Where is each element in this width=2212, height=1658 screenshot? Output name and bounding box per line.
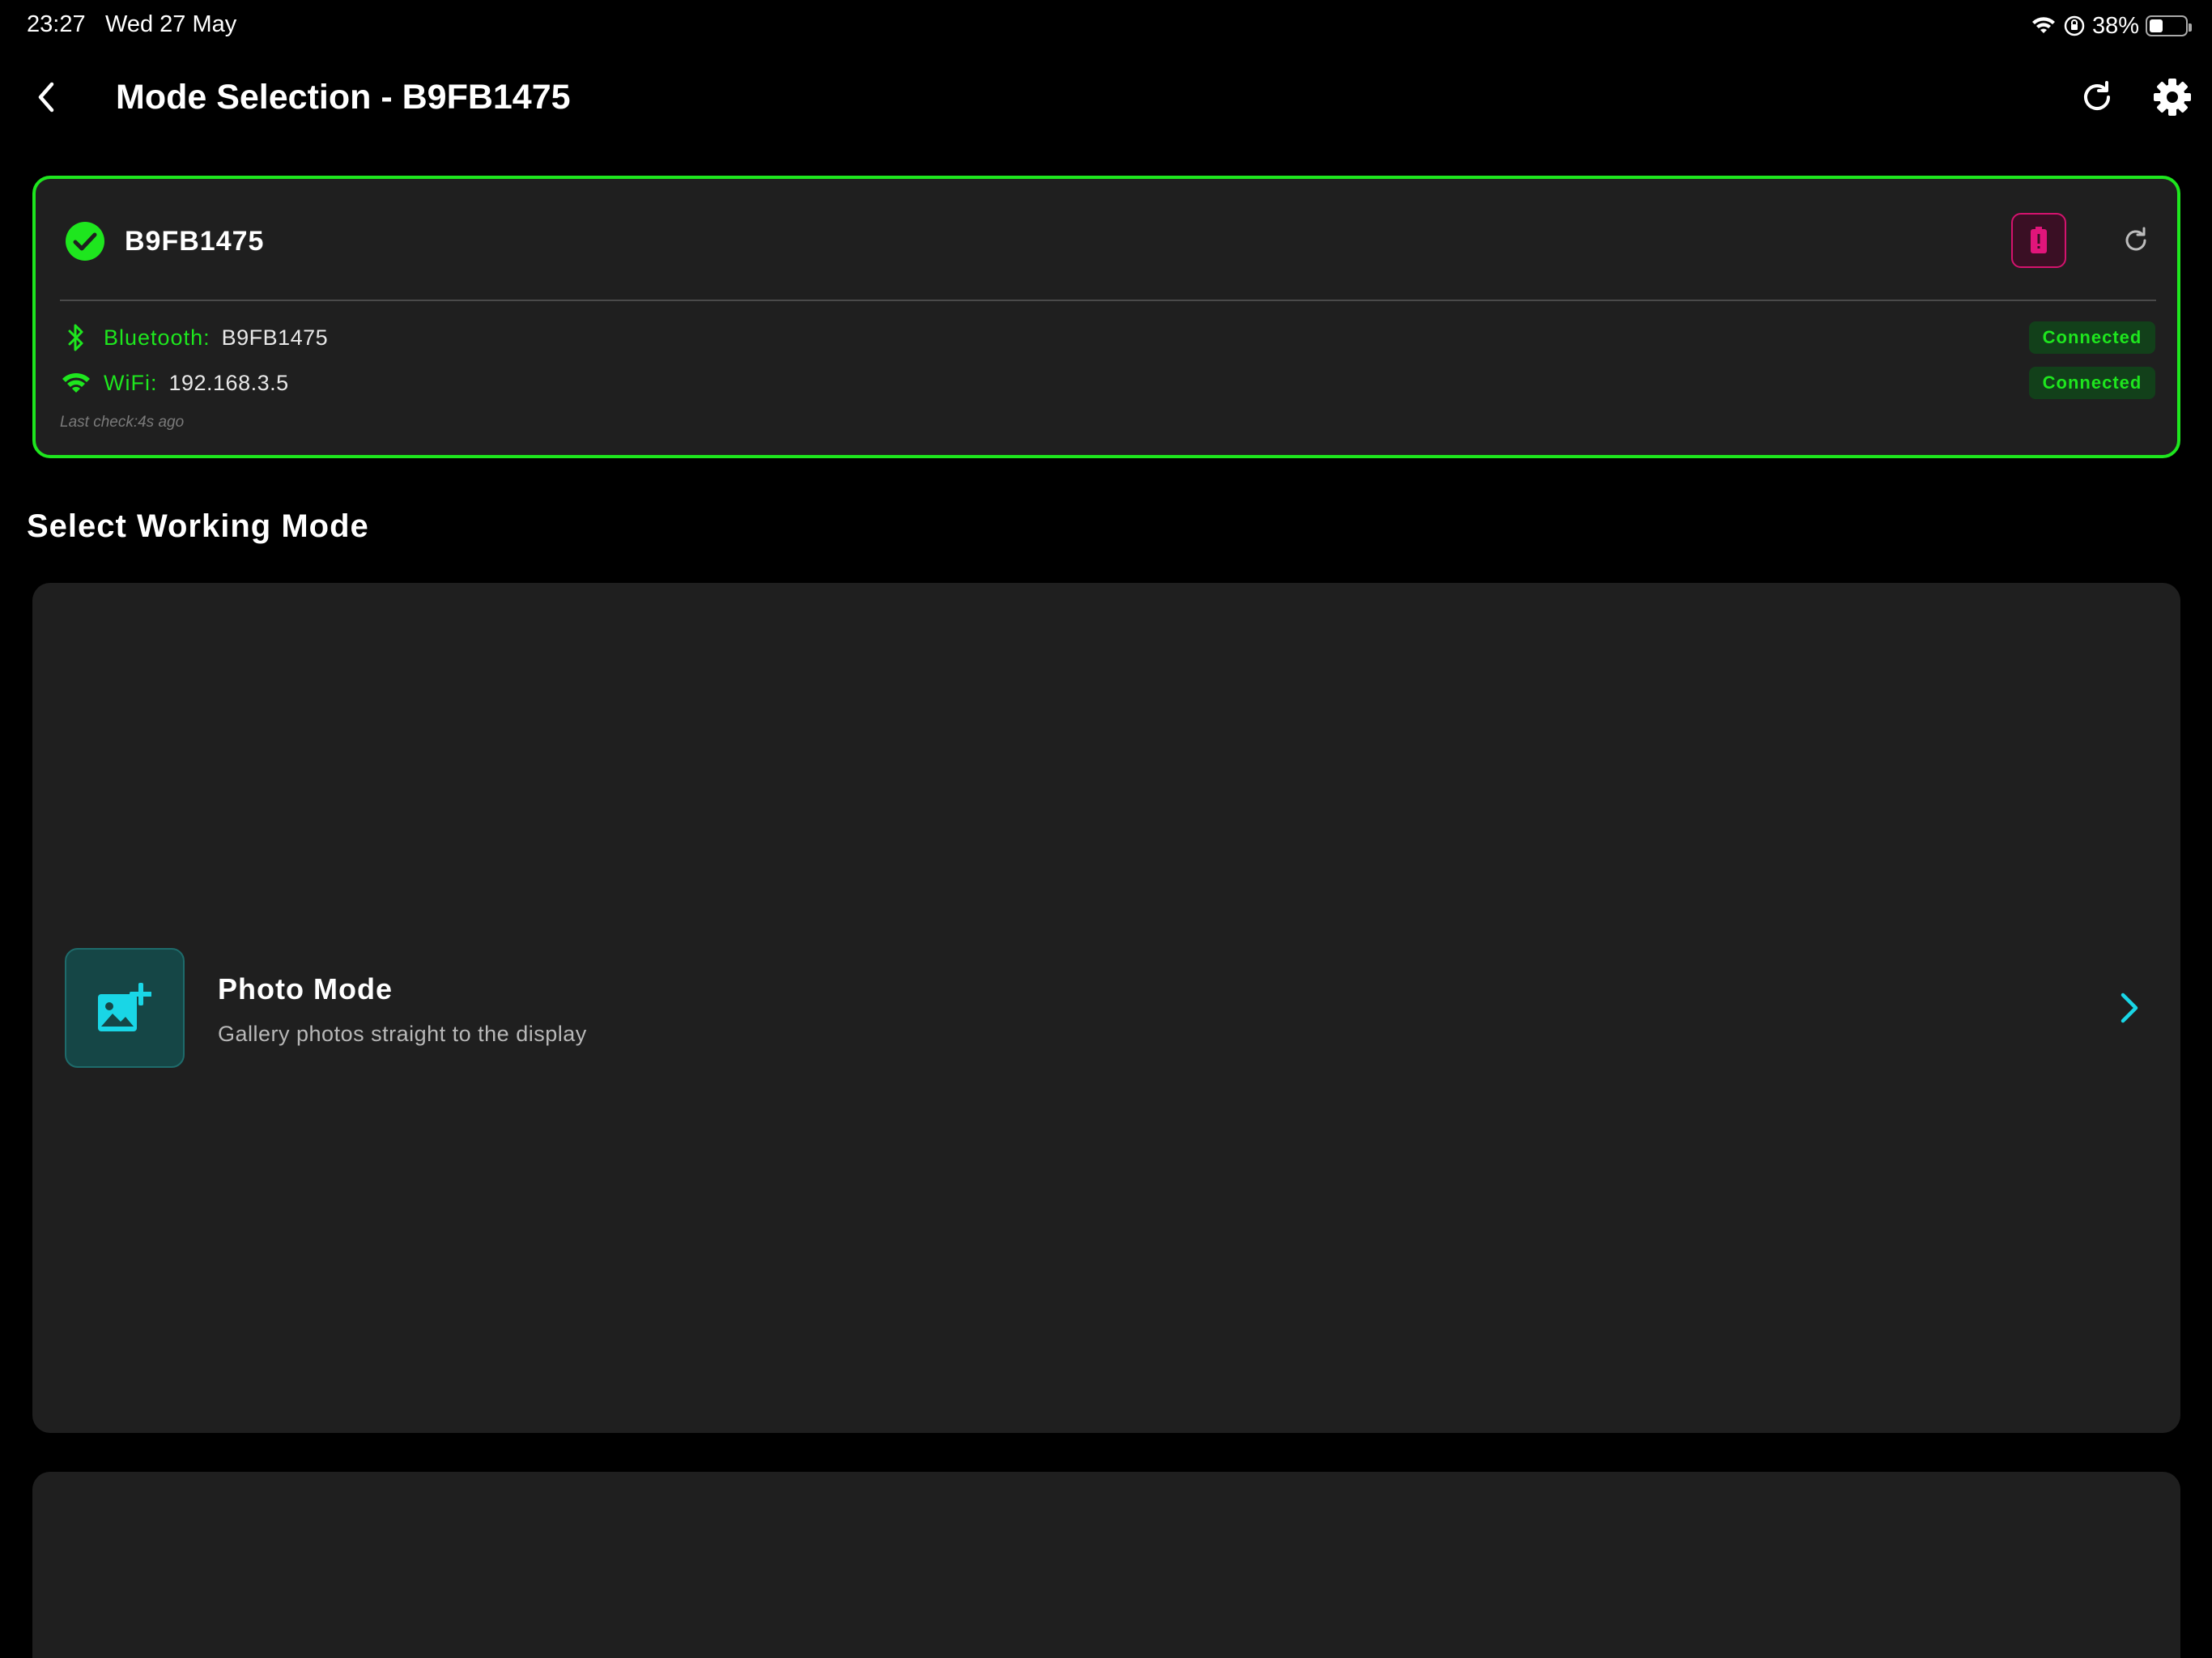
gear-icon: [2154, 79, 2191, 116]
status-indicators: 38%: [2031, 11, 2192, 40]
refresh-icon: [2125, 227, 2146, 251]
device-refresh-button[interactable]: [2120, 224, 2152, 257]
back-button[interactable]: [31, 76, 63, 118]
status-bar: 23:27 Wed 27 May 38%: [0, 0, 2212, 52]
bluetooth-row: Bluetooth: B9FB1475: [60, 320, 328, 355]
wifi-signal-icon: [2031, 15, 2057, 36]
section-title: Select Working Mode: [27, 508, 369, 544]
check-circle-icon: [65, 221, 105, 261]
mode-selection-screen: 23:27 Wed 27 May 38% Mode Selection - B9…: [0, 0, 2212, 1658]
battery-alert-icon: [2031, 227, 2047, 253]
mode-title: Photo Mode: [218, 972, 393, 1005]
wifi-row: WiFi: 192.168.3.5: [60, 365, 289, 401]
device-name: B9FB1475: [125, 226, 265, 257]
add-photo-icon: [65, 948, 185, 1068]
orientation-lock-icon: [2063, 15, 2086, 37]
bluetooth-label: Bluetooth:: [104, 325, 211, 350]
mode-card[interactable]: [32, 1472, 2180, 1658]
mode-subtitle: Gallery photos straight to the display: [218, 1022, 587, 1046]
wifi-icon: [60, 367, 92, 399]
status-date: Wed 27 May: [105, 11, 237, 37]
refresh-button[interactable]: [2078, 78, 2116, 117]
chevron-right-icon: [2113, 988, 2146, 1028]
page-title: Mode Selection - B9FB1475: [116, 78, 571, 117]
device-status-card: B9FB1475 Bluetooth: B9FB1475 Connected W…: [32, 176, 2180, 458]
refresh-icon: [2084, 81, 2110, 110]
wifi-status-badge: Connected: [2029, 367, 2155, 399]
device-battery-button[interactable]: [2011, 213, 2066, 268]
wifi-value: 192.168.3.5: [168, 370, 289, 395]
last-check-text: Last check:4s ago: [60, 414, 185, 431]
chevron-left-icon: [38, 82, 54, 113]
settings-button[interactable]: [2152, 76, 2193, 118]
card-divider: [60, 300, 2156, 301]
wifi-label: WiFi:: [104, 370, 158, 395]
battery-percent: 38%: [2091, 12, 2139, 39]
bluetooth-icon: [60, 321, 92, 354]
battery-icon: [2146, 15, 2192, 36]
photo-mode-card[interactable]: Photo Mode Gallery photos straight to th…: [32, 583, 2180, 1433]
status-time: 23:27: [27, 11, 86, 37]
bluetooth-status-badge: Connected: [2029, 321, 2155, 354]
bluetooth-value: B9FB1475: [221, 325, 329, 350]
